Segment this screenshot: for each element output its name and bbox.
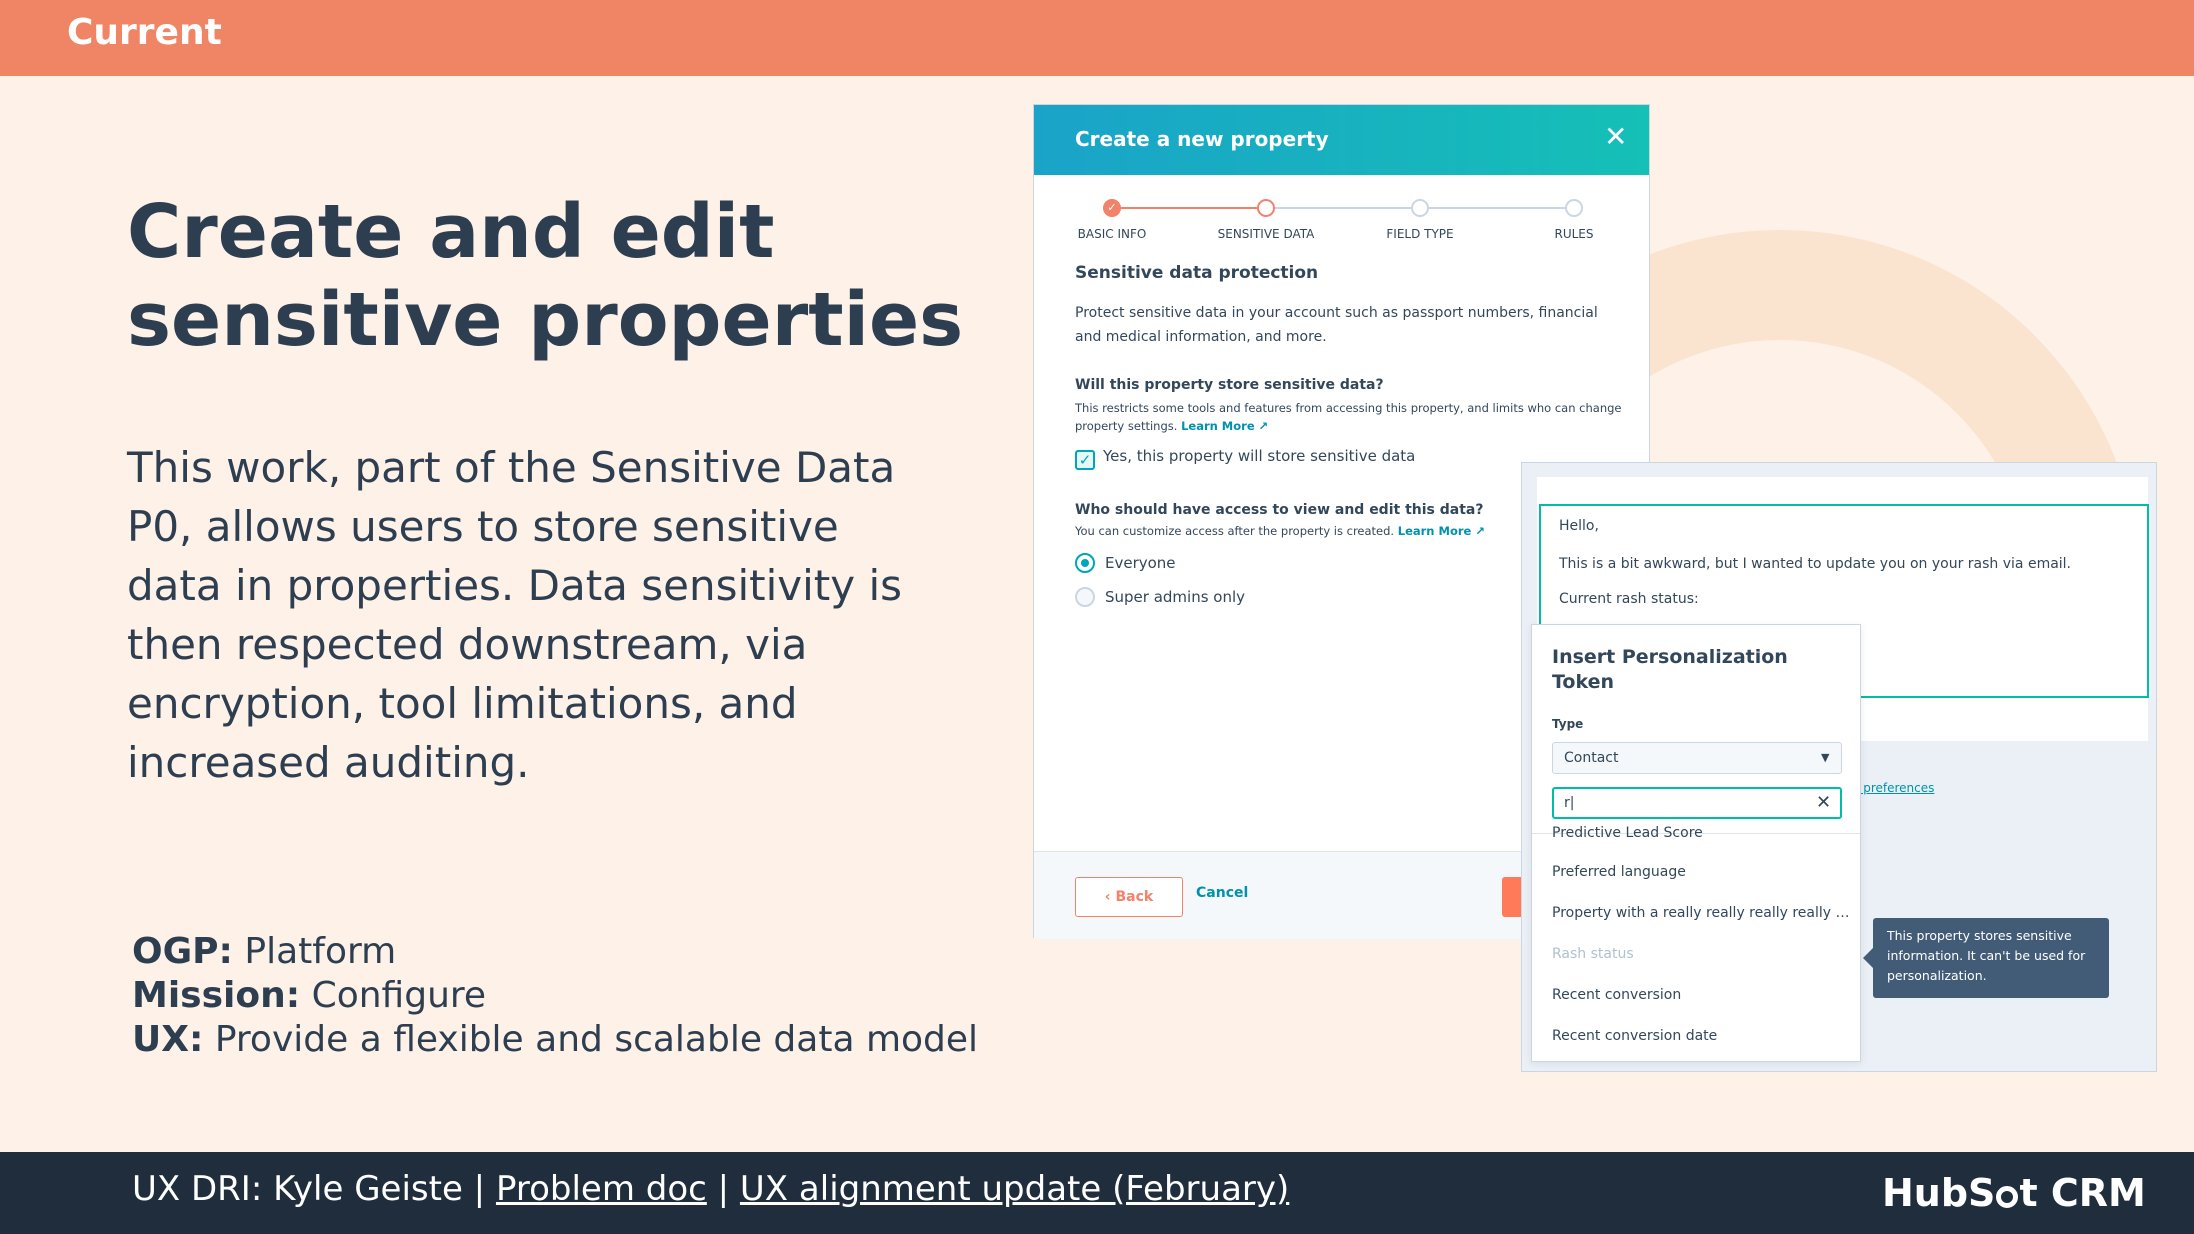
sensitive-checkbox-row[interactable]: ✓ Yes, this property will store sensitive… (1075, 447, 1415, 470)
sensitive-help: This restricts some tools and features f… (1075, 401, 1622, 433)
step-dot (1565, 199, 1583, 217)
learn-more-link[interactable]: Learn More (1181, 419, 1255, 433)
token-item[interactable]: Predictive Lead Score (1552, 825, 1852, 841)
external-link-icon: ↗ (1471, 524, 1485, 538)
clear-icon[interactable]: ✕ (1816, 789, 1831, 817)
radio-everyone[interactable]: Everyone (1075, 553, 1176, 573)
step-label-field-type: FIELD TYPE (1386, 227, 1454, 241)
slide-description: This work, part of the Sensitive Data P0… (127, 443, 903, 787)
sensitive-question: Will this property store sensitive data? (1075, 377, 1384, 393)
ogp-line: OGP: Platform (132, 931, 397, 972)
step-dot-current (1257, 199, 1275, 217)
token-item[interactable]: Recent conversion date (1552, 1028, 1852, 1044)
token-item-disabled: Rash status (1552, 946, 1634, 962)
external-link-icon: ↗ (1254, 419, 1269, 433)
caret-down-icon: ▼ (1821, 751, 1830, 764)
ux-alignment-link[interactable]: UX alignment update (February) (740, 1169, 1289, 1209)
problem-doc-link[interactable]: Problem doc (496, 1169, 707, 1209)
step-dot (1411, 199, 1429, 217)
email-body-line: This is a bit awkward, but I wanted to u… (1559, 556, 2072, 572)
sensitive-checkbox[interactable]: ✓ (1075, 450, 1095, 470)
back-button[interactable]: ‹ Back (1075, 877, 1183, 917)
ux-line: UX: Provide a flexible and scalable data… (132, 1019, 979, 1060)
step-label-sensitive-data: SENSITIVE DATA (1217, 227, 1315, 241)
token-search-input[interactable]: r| ✕ (1552, 787, 1842, 819)
popover-title: Insert Personalization Token (1552, 646, 1788, 693)
credits: UX DRI: Kyle Geiste | Problem doc | UX a… (132, 1169, 1290, 1209)
radio-button-selected[interactable] (1075, 553, 1095, 573)
close-icon[interactable]: ✕ (1604, 121, 1627, 153)
chevron-left-icon: ‹ (1104, 889, 1116, 905)
step-label-rules: RULES (1554, 227, 1594, 241)
email-greeting: Hello, (1559, 518, 1599, 534)
modal-title: Create a new property (1075, 127, 1329, 151)
slide-title: Create and edit sensitive properties (127, 189, 964, 363)
learn-more-link[interactable]: Learn More (1398, 524, 1472, 538)
radio-super-admins[interactable]: Super admins only (1075, 587, 1245, 607)
mission-line: Mission: Configure (132, 975, 487, 1016)
sensitive-tooltip: This property stores sensitive informati… (1863, 918, 2109, 998)
status-label: Current (67, 12, 222, 53)
type-select[interactable]: Contact ▼ (1552, 742, 1842, 774)
access-question: Who should have access to view and edit … (1075, 502, 1484, 518)
modal-header: Create a new property ✕ (1034, 105, 1649, 175)
section-description: Protect sensitive data in your account s… (1075, 305, 1598, 345)
access-help: You can customize access after the prope… (1075, 524, 1485, 538)
checkbox-label: Yes, this property will store sensitive … (1103, 447, 1416, 465)
project-meta: OGP: Platform Mission: Configure UX: Pro… (132, 930, 978, 1062)
top-banner: Current (0, 0, 2194, 76)
progress-stepper: ✓ BASIC INFO SENSITIVE DATA FIELD TYPE R… (1034, 197, 1651, 247)
cancel-button[interactable]: Cancel (1196, 885, 1248, 901)
hubspot-crm-logo: HubS t CRM (1882, 1171, 2146, 1215)
personalization-token-popover: Insert Personalization Token Type Contac… (1531, 624, 1861, 1062)
token-item[interactable]: Preferred language (1552, 864, 1852, 880)
footer-bar: UX DRI: Kyle Geiste | Problem doc | UX a… (0, 1152, 2194, 1234)
radio-button[interactable] (1075, 587, 1095, 607)
token-list: Predictive Lead Score Preferred language… (1532, 825, 1860, 1061)
email-status-line: Current rash status: (1559, 591, 1699, 607)
type-label: Type (1552, 717, 1584, 731)
preferences-link[interactable]: e preferences (1852, 781, 1934, 795)
check-icon: ✓ (1103, 199, 1121, 217)
section-title: Sensitive data protection (1075, 263, 1319, 283)
token-item[interactable]: Property with a really really really rea… (1552, 905, 1852, 921)
token-item[interactable]: Recent conversion (1552, 987, 1852, 1003)
sprocket-icon (1996, 1186, 2019, 1208)
step-label-basic-info: BASIC INFO (1077, 227, 1147, 241)
step-connector (1112, 207, 1266, 209)
